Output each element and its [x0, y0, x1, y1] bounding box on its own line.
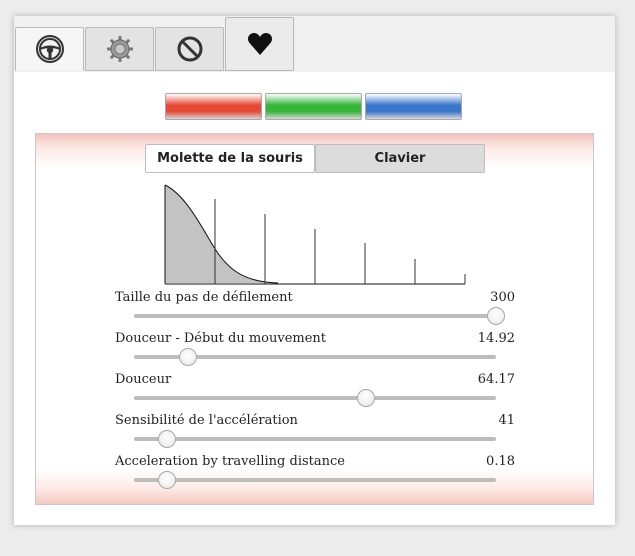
smoothness-start-slider[interactable]: [134, 348, 496, 366]
acceleration-sensitivity-slider-handle[interactable]: [157, 430, 176, 448]
red-swatch[interactable]: [165, 93, 262, 120]
acceleration-distance-slider-handle[interactable]: [157, 471, 176, 489]
scroll-step-label: Taille du pas de défilement: [115, 290, 293, 305]
smoothness-start-label: Douceur - Début du mouvement: [115, 331, 327, 346]
acceleration-distance-label: Acceleration by travelling distance: [115, 454, 345, 469]
smoothness-label: Douceur: [115, 372, 172, 387]
tab-prohibited[interactable]: [155, 27, 224, 71]
tab-keyboard[interactable]: Clavier: [315, 144, 485, 173]
acceleration-sensitivity-label: Sensibilité de l'accélération: [115, 413, 298, 428]
tab-mouse-wheel-label: Molette de la souris: [157, 151, 303, 166]
acceleration-sensitivity-value: 41: [498, 413, 515, 428]
acceleration-distance-slider[interactable]: [134, 471, 496, 489]
smoothness-start-slider-handle[interactable]: [179, 348, 198, 366]
settings-panel: Molette de la souris Clavier Taille du p…: [35, 133, 594, 505]
smoothness-start-value: 14.92: [477, 331, 515, 346]
tab-mouse-wheel[interactable]: Molette de la souris: [145, 144, 315, 173]
tab-gear[interactable]: [85, 27, 154, 71]
scroll-step-slider-handle[interactable]: [487, 307, 505, 325]
acceleration-curve-graph: [164, 184, 466, 285]
acceleration-sensitivity-slider[interactable]: [134, 430, 496, 448]
smoothness-slider[interactable]: [134, 389, 496, 407]
tab-keyboard-label: Clavier: [374, 151, 426, 166]
scroll-step-value: 300: [490, 290, 515, 305]
smoothness-slider-handle[interactable]: [356, 389, 375, 407]
app-window: Molette de la souris Clavier Taille du p…: [14, 16, 615, 525]
green-swatch[interactable]: [265, 93, 362, 120]
acceleration-distance-value: 0.18: [486, 454, 515, 469]
blue-swatch[interactable]: [365, 93, 462, 120]
toolbar: [14, 16, 615, 72]
smoothness-value: 64.17: [477, 372, 515, 387]
tab-steering-wheel[interactable]: [15, 27, 84, 71]
prohibited-icon: [176, 35, 204, 63]
tab-heart[interactable]: [225, 17, 294, 71]
gear-icon: [105, 34, 135, 64]
steering-wheel-icon: [35, 34, 65, 64]
scroll-step-slider[interactable]: [134, 307, 505, 325]
heart-icon: [247, 32, 273, 56]
